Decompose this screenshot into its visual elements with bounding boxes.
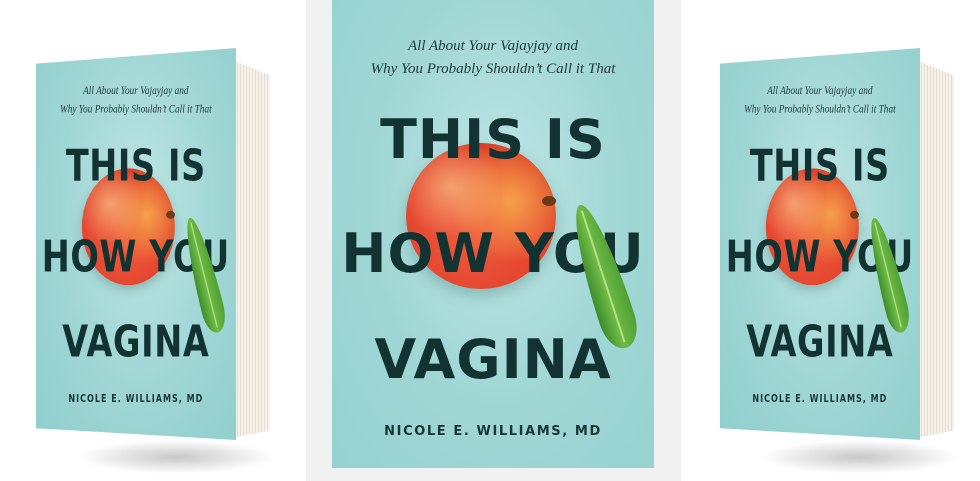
title-line-3: VAGINA (62, 316, 210, 367)
author-name: NICOLE E. WILLIAMS, MD (752, 393, 888, 406)
title-line-1: THIS IS (65, 140, 206, 191)
book-front-cover: All About Your Vajayjay and Why You Prob… (36, 48, 236, 440)
title-line-1: THIS IS (380, 108, 606, 171)
book-front-cover: All About Your Vajayjay and Why You Prob… (720, 48, 920, 440)
peach-stem (542, 196, 556, 206)
title-line-3: VAGINA (746, 316, 894, 367)
book-showcase: All About Your Vajayjay and Why You Prob… (0, 0, 980, 481)
book-shadow (760, 440, 960, 474)
book-3d-right: All About Your Vajayjay and Why You Prob… (720, 48, 960, 474)
book-page-edges (232, 60, 270, 438)
peach-stem (850, 210, 859, 219)
title-line-1: THIS IS (749, 140, 890, 191)
book-cover-flat: All About Your Vajayjay and Why You Prob… (332, 0, 654, 468)
title-line-3: VAGINA (374, 328, 612, 391)
book-page-edges (916, 60, 954, 438)
subtitle-line-1: All About Your Vajayjay and (767, 84, 873, 98)
peach-stem (166, 210, 175, 219)
author-name: NICOLE E. WILLIAMS, MD (68, 393, 204, 406)
center-cover-panel: All About Your Vajayjay and Why You Prob… (306, 0, 681, 481)
book-3d-left: All About Your Vajayjay and Why You Prob… (36, 48, 276, 474)
subtitle-line-1: All About Your Vajayjay and (407, 38, 578, 54)
book-shadow (76, 440, 276, 474)
subtitle-line-2: Why You Probably Shouldn’t Call it That (743, 102, 896, 116)
subtitle-line-2: Why You Probably Shouldn’t Call it That (370, 61, 616, 77)
subtitle-line-2: Why You Probably Shouldn’t Call it That (59, 102, 212, 116)
author-name: NICOLE E. WILLIAMS, MD (384, 424, 602, 439)
subtitle-line-1: All About Your Vajayjay and (83, 84, 189, 98)
